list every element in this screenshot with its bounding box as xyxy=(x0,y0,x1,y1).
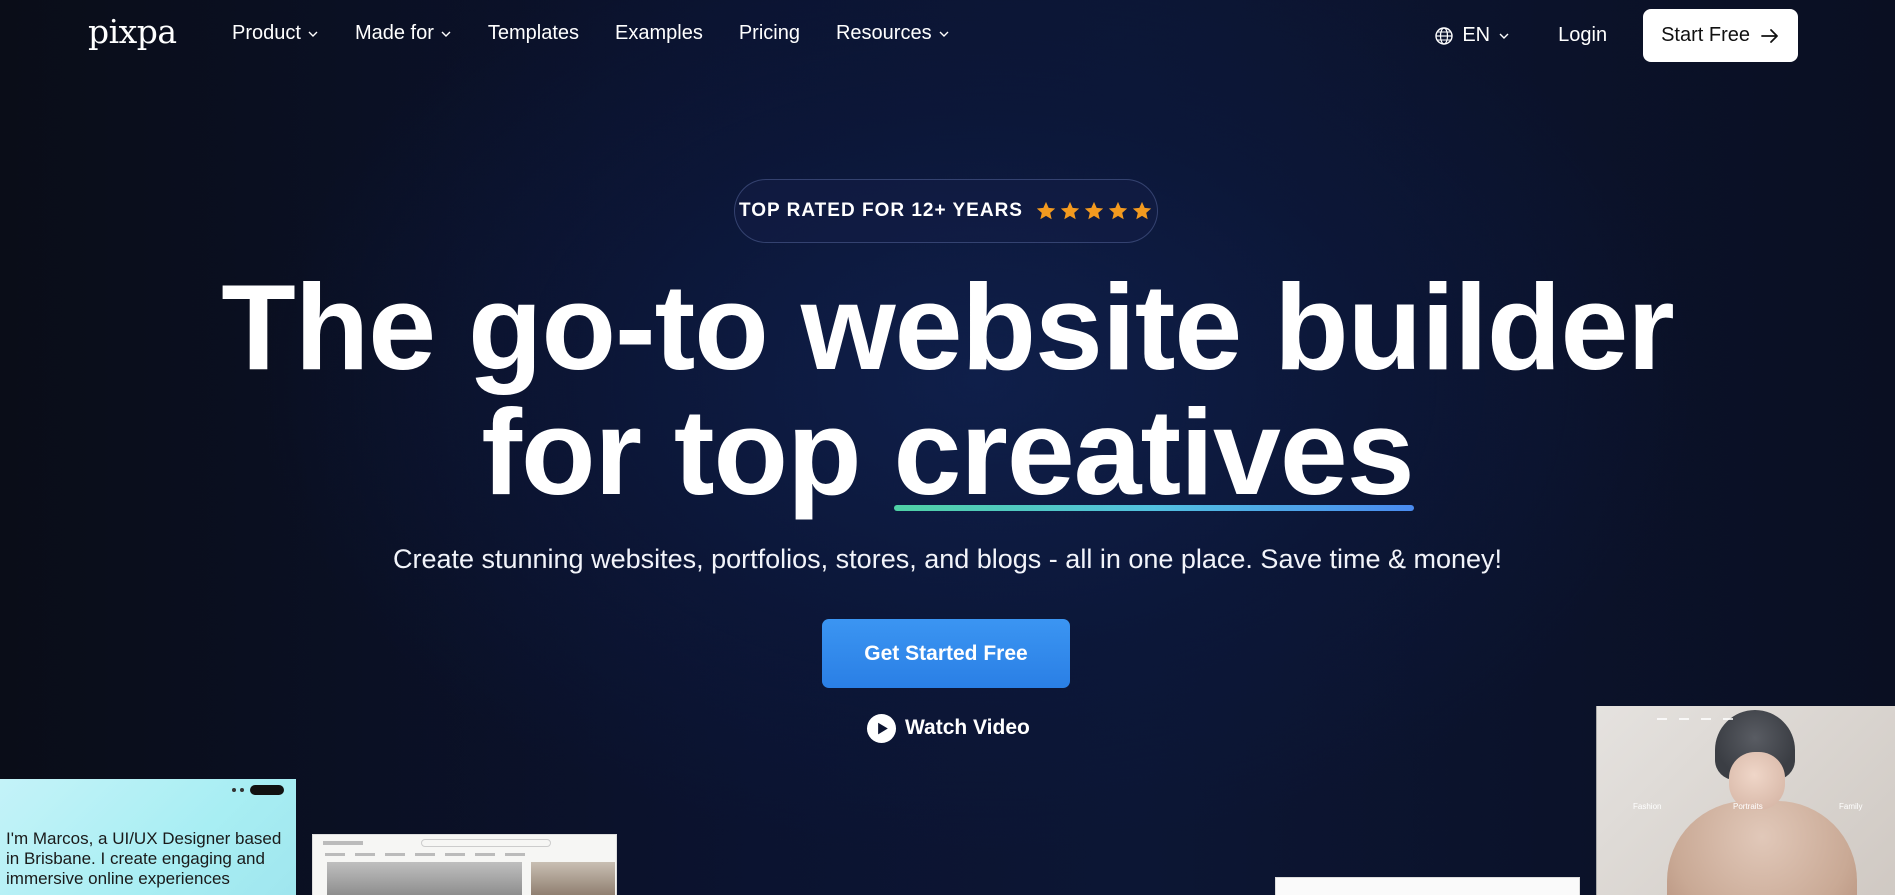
nav-item-label: Templates xyxy=(487,22,580,44)
chevron-down-icon xyxy=(1499,33,1509,39)
mini-nav-links xyxy=(325,853,525,856)
hero-subtitle: Create stunning websites, portfolios, st… xyxy=(392,544,1503,574)
chevron-down-icon xyxy=(308,31,318,37)
template-preview-minimal[interactable] xyxy=(1275,877,1580,895)
hero-headline: The go-to website builder for top creati… xyxy=(0,265,1895,515)
headline-line-1: The go-to website builder xyxy=(221,259,1675,395)
category-label: Fashion xyxy=(1633,802,1662,811)
nav-item-label: Resources xyxy=(835,22,932,44)
language-selector[interactable]: EN xyxy=(1434,24,1510,47)
chevron-down-icon xyxy=(441,31,451,37)
language-label: EN xyxy=(1462,24,1491,46)
model-body xyxy=(1667,801,1857,895)
watch-video-link[interactable]: Watch Video xyxy=(866,712,1030,744)
nav-item-templates[interactable]: Templates xyxy=(488,22,579,45)
play-icon xyxy=(866,713,897,743)
star-icon xyxy=(1132,201,1152,220)
group-photo xyxy=(327,862,522,895)
headline-line-2-prefix: for top xyxy=(481,384,861,520)
mini-nav-dot xyxy=(240,788,244,792)
nav-actions: EN Login Start Free xyxy=(1434,9,1798,62)
template-preview-portrait[interactable]: Fashion Portraits Family xyxy=(1596,706,1895,895)
top-navigation: pixpa Product Made for Templates Example… xyxy=(0,0,1895,70)
nav-item-label: Examples xyxy=(615,22,703,44)
nav-item-resources[interactable]: Resources xyxy=(836,22,950,45)
star-icon xyxy=(1108,201,1128,220)
nav-item-pricing[interactable]: Pricing xyxy=(739,22,800,45)
main-menu: Product Made for Templates Examples Pric… xyxy=(232,22,986,45)
rating-stars xyxy=(1035,200,1153,222)
headline-highlight: creatives xyxy=(893,390,1415,515)
nav-item-examples[interactable]: Examples xyxy=(615,22,703,45)
chevron-down-icon xyxy=(939,31,949,37)
pixpa-logo[interactable]: pixpa xyxy=(88,12,177,51)
portrait-photo xyxy=(531,862,615,895)
rating-badge: TOP RATED FOR 12+ YEARS xyxy=(734,179,1158,243)
nav-item-label: Pricing xyxy=(738,22,800,44)
category-label: Portraits xyxy=(1733,802,1763,811)
nav-item-label: Product xyxy=(232,22,301,44)
star-icon xyxy=(1084,201,1104,220)
start-free-button[interactable]: Start Free xyxy=(1643,9,1798,62)
template-preview-photography[interactable] xyxy=(312,834,617,895)
badge-text: TOP RATED FOR 12+ YEARS xyxy=(739,200,1023,221)
category-label: Family xyxy=(1839,802,1863,811)
arrow-right-icon xyxy=(1761,28,1778,43)
star-icon xyxy=(1036,201,1056,220)
mini-nav-links xyxy=(1657,718,1737,720)
nav-item-product[interactable]: Product xyxy=(232,22,319,45)
mini-nav-dot xyxy=(232,788,236,792)
gradient-underline xyxy=(893,505,1414,511)
mini-contact-pill xyxy=(250,785,284,795)
login-link[interactable]: Login xyxy=(1558,24,1607,47)
nav-item-label: Made for xyxy=(354,22,434,44)
get-started-free-button[interactable]: Get Started Free xyxy=(822,619,1070,688)
mini-logo xyxy=(323,841,363,845)
designer-intro-text: I'm Marcos, a UI/UX Designer based in Br… xyxy=(6,829,282,888)
nav-item-made-for[interactable]: Made for xyxy=(355,22,452,45)
watch-video-label: Watch Video xyxy=(905,716,1030,739)
star-icon xyxy=(1060,201,1080,220)
mini-search xyxy=(421,839,551,847)
template-preview-designer[interactable]: I'm Marcos, a UI/UX Designer based in Br… xyxy=(0,779,296,895)
globe-icon xyxy=(1435,26,1454,45)
headline-highlight-text: creatives xyxy=(893,384,1415,520)
start-free-label: Start Free xyxy=(1661,24,1750,46)
